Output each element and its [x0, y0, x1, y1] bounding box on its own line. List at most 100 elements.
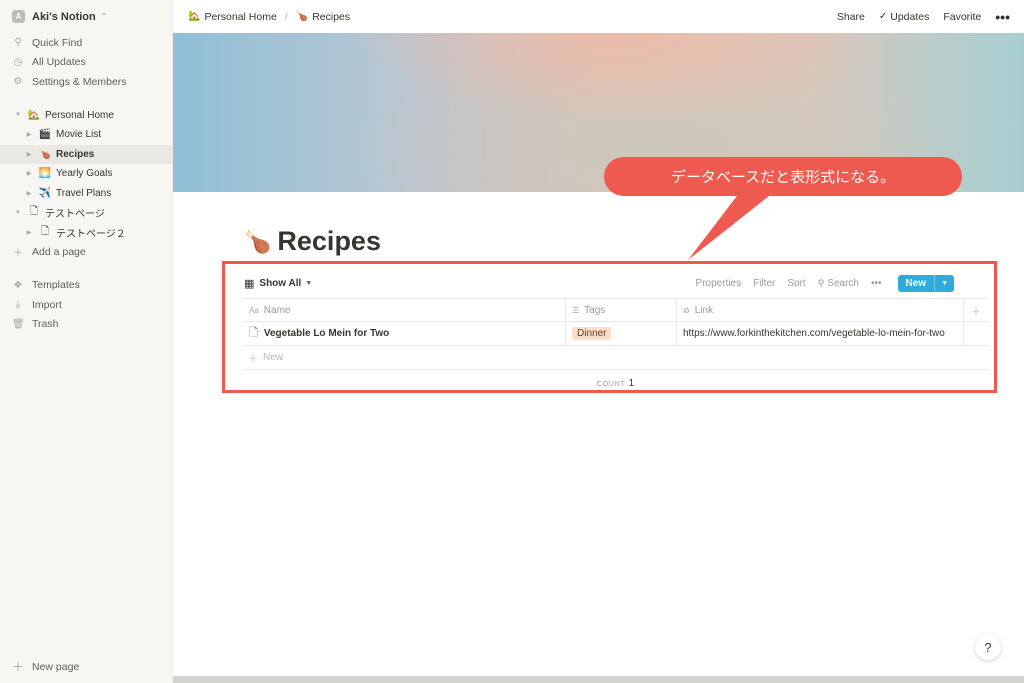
sidebar-page-label: Movie List	[56, 129, 102, 141]
count-value: 1	[628, 378, 635, 389]
house-icon: 🏡	[188, 11, 201, 22]
column-header-name[interactable]: Aa Name	[243, 299, 566, 321]
sidebar-item-label: Import	[32, 298, 62, 311]
new-page-button[interactable]: ＋ New page	[12, 658, 79, 675]
clapper-icon: 🎬	[38, 129, 52, 141]
sidebar-item-label: Templates	[32, 279, 80, 292]
breadcrumb-recipes[interactable]: 🍗 Recipes	[296, 11, 350, 23]
filter-button[interactable]: Filter	[753, 278, 775, 289]
caret-down-icon[interactable]: ▼	[13, 112, 23, 118]
import-icon: ⤓	[15, 299, 21, 311]
topbar: 🏡 Personal Home / 🍗 Recipes Share ✓ Upda…	[173, 0, 1024, 33]
view-selector[interactable]: ▦ Show All ▼	[244, 277, 312, 290]
search-icon: ⚲	[817, 277, 825, 288]
view-label: Show All	[259, 277, 302, 289]
sidebar-page-personal-home[interactable]: ▼ 🏡 Personal Home	[0, 106, 172, 126]
horizontal-scrollbar[interactable]	[173, 676, 1024, 683]
sunrise-icon: 🌅	[38, 168, 52, 180]
database-table: Aa Name ☰ Tags ⊘ Link ＋ 🗋 Vegetable Lo M…	[243, 298, 988, 370]
airplane-icon: ✈️	[38, 187, 52, 199]
sort-button[interactable]: Sort	[787, 278, 805, 289]
record-name: Vegetable Lo Mein for Two	[263, 328, 390, 339]
sidebar-item-templates[interactable]: ❖ Templates	[0, 276, 172, 296]
page-title-text: Recipes	[277, 226, 381, 256]
sidebar-page-movie-list[interactable]: ▶ 🎬 Movie List	[0, 125, 172, 145]
column-label: Tags	[584, 304, 606, 316]
sidebar-item-quick-find[interactable]: ⚲ Quick Find	[0, 33, 172, 53]
share-button[interactable]: Share	[837, 11, 865, 23]
more-options-icon[interactable]: •••	[871, 278, 882, 289]
caret-right-icon[interactable]: ▶	[24, 229, 34, 236]
document-icon: 🗋	[249, 327, 258, 339]
record-link[interactable]: https://www.forkinthekitchen.com/vegetab…	[683, 328, 945, 339]
sidebar-page-travel-plans[interactable]: ▶ ✈️ Travel Plans	[0, 184, 172, 204]
tag-badge: Dinner	[572, 327, 612, 340]
sidebar-page-test-page-2[interactable]: ▶ 🗋 テストページ２	[0, 223, 172, 243]
tags-cell[interactable]: Dinner	[566, 322, 677, 345]
sidebar-item-import[interactable]: ⤓ Import	[0, 295, 172, 315]
document-icon: 🗋	[40, 225, 50, 237]
sidebar-item-trash[interactable]: 🗑 Trash	[0, 315, 172, 335]
caret-right-icon[interactable]: ▶	[24, 131, 34, 138]
new-row-label: New	[263, 352, 284, 363]
caret-right-icon[interactable]: ▶	[24, 151, 34, 158]
drumstick-icon: 🍗	[38, 148, 52, 160]
templates-icon: ❖	[13, 279, 23, 291]
more-options-icon[interactable]: •••	[995, 9, 1010, 25]
database-toolbar: ▦ Show All ▼ Properties Filter Sort ⚲ Se…	[244, 273, 990, 293]
chevron-down-icon[interactable]: ▼	[934, 274, 954, 292]
check-icon: ✓	[878, 11, 888, 22]
search-button[interactable]: ⚲ Search	[818, 278, 859, 289]
caret-right-icon[interactable]: ▶	[24, 190, 34, 197]
drumstick-icon[interactable]: 🍗	[244, 229, 271, 255]
caret-down-icon[interactable]: ▼	[13, 210, 23, 216]
column-label: Name	[263, 304, 291, 316]
sidebar-page-label: Yearly Goals	[56, 168, 113, 180]
favorite-button[interactable]: Favorite	[943, 11, 981, 23]
column-header-tags[interactable]: ☰ Tags	[566, 299, 677, 321]
gear-icon: ⚙	[13, 76, 23, 88]
add-column-button[interactable]: ＋	[964, 299, 988, 321]
table-row[interactable]: 🗋 Vegetable Lo Mein for Two Dinner https…	[243, 322, 988, 346]
name-cell[interactable]: 🗋 Vegetable Lo Mein for Two	[243, 322, 566, 345]
empty-cell	[964, 322, 988, 345]
caret-right-icon[interactable]: ▶	[24, 170, 34, 177]
count-label: COUNT	[596, 381, 626, 388]
trash-icon: 🗑	[12, 318, 25, 330]
document-icon: 🗋	[29, 206, 39, 218]
sidebar-item-all-updates[interactable]: ◷ All Updates	[0, 53, 172, 73]
breadcrumb-label: Recipes	[312, 10, 351, 23]
updates-button[interactable]: ✓ Updates	[879, 11, 930, 23]
sidebar-page-recipes[interactable]: ▶ 🍗 Recipes	[0, 144, 172, 164]
sidebar-item-settings[interactable]: ⚙ Settings & Members	[0, 72, 172, 92]
sidebar-page-test-page[interactable]: ▼ 🗋 テストページ	[0, 203, 172, 223]
sidebar-page-label: Recipes	[56, 148, 95, 160]
new-row-button[interactable]: ＋ New	[243, 346, 988, 370]
sidebar-page-label: テストページ２	[56, 228, 126, 240]
callout-pointer	[688, 192, 774, 260]
column-header-link[interactable]: ⊘ Link	[677, 299, 964, 321]
breadcrumb-label: Personal Home	[204, 10, 277, 23]
database-actions: Properties Filter Sort ⚲ Search ••• New …	[696, 274, 990, 292]
text-property-icon: Aa	[249, 305, 259, 315]
list-icon: ☰	[572, 305, 580, 315]
link-cell[interactable]: https://www.forkinthekitchen.com/vegetab…	[677, 322, 964, 345]
new-record-button[interactable]: New ▼	[897, 274, 954, 292]
clock-icon: ◷	[13, 56, 23, 68]
new-record-label: New	[905, 277, 927, 289]
plus-icon: ＋	[971, 306, 981, 318]
workspace-switcher[interactable]: A Aki's Notion ⌃	[0, 0, 172, 33]
add-page-button[interactable]: ＋ Add a page	[0, 242, 172, 262]
properties-button[interactable]: Properties	[696, 278, 742, 289]
help-button[interactable]: ?	[975, 634, 1001, 660]
new-row-cell: ＋ New	[243, 346, 283, 369]
search-icon: ⚲	[14, 37, 22, 49]
plus-icon: ＋	[12, 660, 25, 674]
breadcrumb-separator: /	[284, 10, 288, 23]
workspace-name: Aki's Notion	[32, 10, 96, 23]
breadcrumb-personal-home[interactable]: 🏡 Personal Home	[188, 11, 277, 23]
sidebar-page-yearly-goals[interactable]: ▶ 🌅 Yearly Goals	[0, 164, 172, 184]
plus-icon: ＋	[13, 248, 23, 260]
top-actions: Share ✓ Updates Favorite •••	[837, 9, 1010, 25]
page-title[interactable]: 🍗 Recipes	[244, 226, 381, 257]
